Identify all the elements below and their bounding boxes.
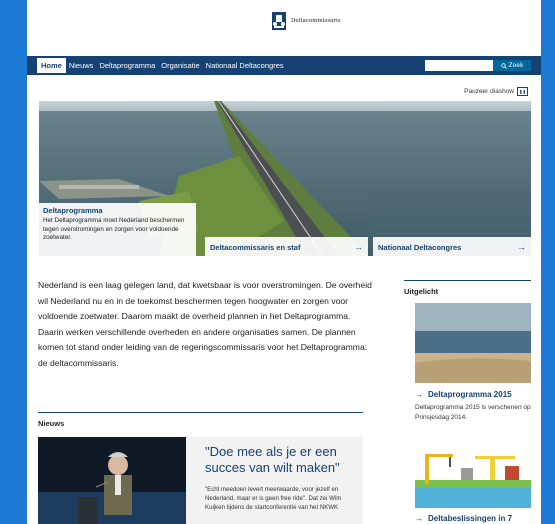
featured-link-deltabeslissingen[interactable]: → Deltabeslissingen in 7 [415,514,512,523]
featured-link-label: Deltabeslissingen in 7 [428,514,513,523]
arrow-right-icon: → [354,242,363,252]
search-button-label: Zoek [508,62,524,69]
nav-item-organisatie[interactable]: Organisatie [158,56,202,75]
slide-tab-deltacongres[interactable]: Nationaal Deltacongres → [373,237,531,257]
news-body: "Echt meedoen levert meerwaarde, voor je… [205,486,342,511]
slide-caption-title: Deltaprogramma [43,206,103,215]
news-item[interactable]: "Doe mee als je er een succes van wilt m… [38,437,363,524]
nav-item-deltacongres[interactable]: Nationaal Deltacongres [203,56,287,75]
news-quote[interactable]: "Doe mee als je er een succes van wilt m… [205,444,355,476]
search-input[interactable] [425,60,493,71]
news-heading: Nieuws [38,419,65,428]
news-divider [38,412,363,413]
nav-item-nieuws[interactable]: Nieuws [66,56,97,75]
search-icon [500,62,507,69]
slide-tab-label: Nationaal Deltacongres [378,242,462,252]
slide-caption-deltaprogramma[interactable]: Deltaprogramma Het Deltaprogramma moet N… [39,203,196,258]
pause-label: Pauzeer diashow [464,88,514,95]
featured-image-illustration[interactable] [415,446,531,508]
slide-tab-label: Deltacommissaris en staf [210,242,301,252]
coat-of-arms-icon [272,12,286,30]
logo[interactable]: Deltacommissaris [272,12,341,30]
pause-slideshow[interactable]: Pauzeer diashow ❚❚ [464,87,528,96]
nav-item-home[interactable]: Home [37,58,66,73]
page: Deltacommissaris Home Nieuws Deltaprogra… [27,0,541,524]
header: Deltacommissaris [27,0,541,52]
arrow-right-icon: → [415,390,423,399]
pause-icon: ❚❚ [517,87,528,96]
main-nav: Home Nieuws Deltaprogramma Organisatie N… [27,56,541,75]
arrow-right-icon: → [415,514,423,523]
featured-link-label: Deltaprogramma 2015 [428,390,512,399]
featured-link-deltaprogramma[interactable]: → Deltaprogramma 2015 [415,390,512,399]
featured-divider [404,280,531,281]
slide-tab-deltacommissaris[interactable]: Deltacommissaris en staf → [205,237,368,257]
slide-caption-text: Het Deltaprogramma moet Nederland besche… [43,217,185,241]
arrow-right-icon: → [517,242,526,252]
featured-desc: Deltaprogramma 2015 is verschenen op Pri… [415,404,531,421]
logo-text: Deltacommissaris [291,18,341,24]
search-button[interactable]: Zoek [493,60,531,71]
featured-heading: Uitgelicht [404,287,439,296]
nav-item-deltaprogramma[interactable]: Deltaprogramma [96,56,158,75]
intro-text: Nederland is een laag gelegen land, dat … [38,280,372,368]
featured-image-beach[interactable] [415,303,531,383]
news-photo [38,437,186,524]
